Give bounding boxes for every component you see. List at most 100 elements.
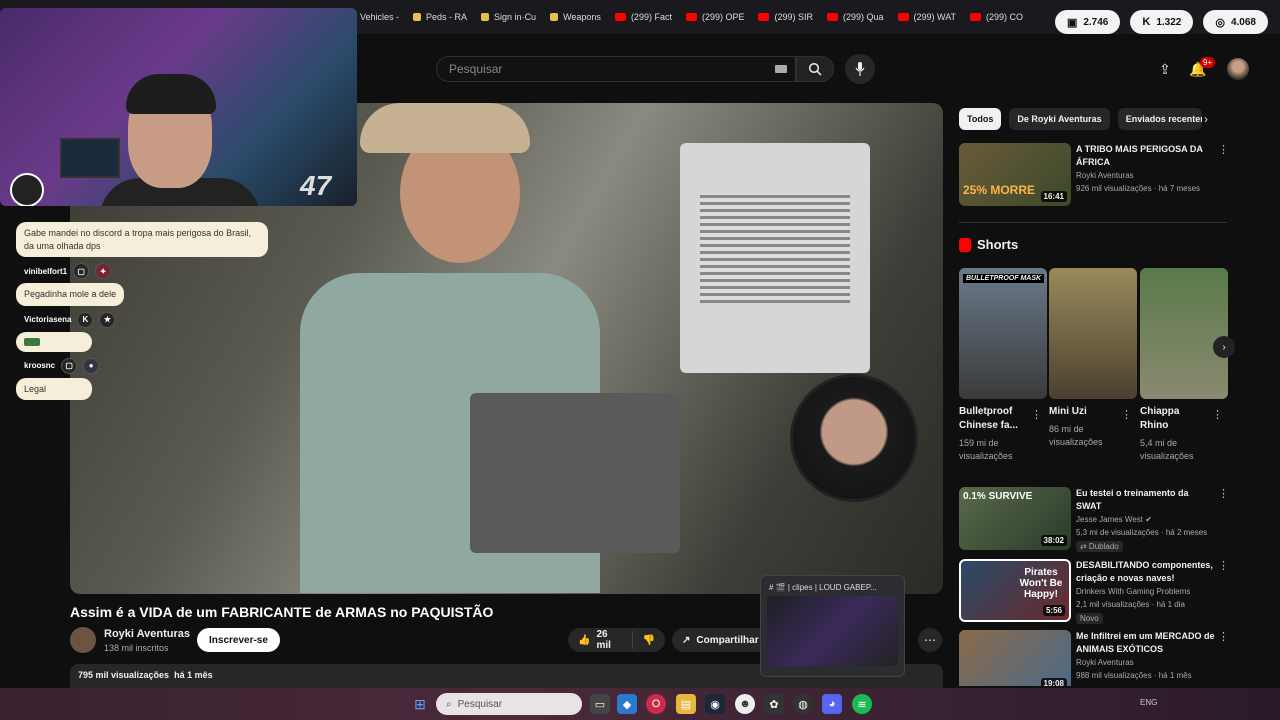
video-title[interactable]: Eu testei o treinamento da SWAT: [1076, 487, 1216, 512]
short-title[interactable]: Chiappa Rhino: [1140, 405, 1210, 433]
short-item[interactable]: BULLETPROOF MASK Bulletproof Chinese fa.…: [959, 268, 1047, 462]
like-count: 26 mil: [596, 629, 611, 651]
colorful-app-icon[interactable]: ✿: [764, 694, 784, 714]
chat-user: kroosnc ▢ ●: [24, 357, 276, 374]
copilot-icon[interactable]: ◆: [617, 694, 637, 714]
chat-user: vinibelfort1 ▢ ✦: [24, 263, 276, 280]
app-face-icon[interactable]: ☻: [735, 694, 755, 714]
dislike-button[interactable]: 👎: [633, 635, 665, 646]
bookmark-label: Peds - RA: [426, 12, 468, 22]
video-thumbnail[interactable]: 19:08: [959, 630, 1071, 686]
more-vert-icon[interactable]: ⋮: [1212, 408, 1223, 421]
subscriber-badge-icon: ✦: [95, 263, 112, 280]
popup-thumbnail[interactable]: [767, 596, 898, 666]
channel-avatar[interactable]: [70, 627, 96, 653]
video-channel[interactable]: Royki Aventuras: [1076, 658, 1134, 667]
short-thumbnail[interactable]: [1049, 268, 1137, 399]
chip-recent[interactable]: Enviados recentem: [1117, 108, 1202, 130]
chat-overlay: Gabe mandei no discord a tropa mais peri…: [16, 222, 276, 401]
bookmark-item[interactable]: (299) SIR: [758, 12, 813, 22]
short-item[interactable]: Mini Uzi 86 mi de visualizações ⋮: [1049, 268, 1137, 448]
more-vert-icon[interactable]: ⋮: [1218, 559, 1229, 572]
recommended-video[interactable]: Pirates Won't Be Happy! 5:56 DESABILITAN…: [959, 559, 1229, 624]
video-title[interactable]: Me Infiltrei em um MERCADO de ANIMAIS EX…: [1076, 630, 1216, 655]
video-meta: 926 mil visualizações · há 7 meses: [1076, 184, 1201, 193]
video-channel[interactable]: Royki Aventuras: [1076, 171, 1134, 180]
search-icon: [808, 62, 822, 76]
short-item[interactable]: Chiappa Rhino 5,4 mi de visualizações ⋮: [1140, 268, 1228, 462]
chat-message-emote: [16, 331, 92, 352]
channel-name[interactable]: Royki Aventuras: [104, 628, 190, 640]
opera-icon[interactable]: O: [646, 694, 666, 714]
file-explorer-icon[interactable]: ▤: [676, 694, 696, 714]
youtube-icon: [827, 13, 838, 21]
upload-icon[interactable]: ⇪: [1153, 58, 1177, 80]
search-button[interactable]: [796, 56, 834, 82]
video-thumbnail[interactable]: Pirates Won't Be Happy! 5:56: [959, 559, 1071, 622]
voice-search-button[interactable]: [845, 54, 875, 84]
bookmark-item[interactable]: (299) CO: [970, 12, 1023, 22]
twitch-badge-icon: ▢: [61, 357, 78, 374]
search-placeholder: Pesquisar: [449, 62, 503, 76]
chip-channel[interactable]: De Royki Aventuras: [1009, 108, 1110, 130]
taskbar-search-placeholder: Pesquisar: [457, 698, 503, 710]
video-channel[interactable]: Jesse James West ✔: [1076, 515, 1152, 524]
short-thumbnail[interactable]: [1140, 268, 1228, 399]
video-frame-hat: [360, 103, 530, 153]
more-vert-icon[interactable]: ⋮: [1031, 408, 1042, 421]
bookmark-label: Weapons: [563, 12, 601, 22]
video-thumbnail[interactable]: 25% MORRE 16:41: [959, 143, 1071, 206]
like-button[interactable]: 👍 26 mil: [568, 629, 633, 651]
chip-all[interactable]: Todos: [959, 108, 1002, 130]
thumbnail-text: 0.1% SURVIVE: [963, 491, 1033, 502]
video-channel[interactable]: Drinkers With Gaming Problems: [1076, 587, 1190, 596]
keyboard-icon[interactable]: [775, 65, 787, 73]
video-title[interactable]: DESABILITANDO componentes, criação e nov…: [1076, 559, 1216, 584]
more-vert-icon[interactable]: ⋮: [1218, 143, 1229, 156]
chevron-right-icon[interactable]: ›: [1204, 112, 1208, 126]
spotify-icon[interactable]: ≋: [852, 694, 872, 714]
avatar-badge-icon: ●: [83, 357, 100, 374]
bookmark-item[interactable]: Peds - RA: [413, 12, 467, 22]
bookmark-item[interactable]: (299) Qua: [827, 12, 884, 22]
video-frame-grille: [700, 193, 850, 303]
more-vert-icon[interactable]: ⋮: [1218, 487, 1229, 500]
search-input[interactable]: Pesquisar: [436, 56, 796, 82]
video-thumbnail[interactable]: 0.1% SURVIVE 38:02: [959, 487, 1071, 550]
shorts-next-button[interactable]: ›: [1213, 336, 1235, 358]
recommended-video[interactable]: 25% MORRE 16:41 A TRIBO MAIS PERIGOSA DA…: [959, 143, 1229, 207]
more-vert-icon[interactable]: ⋮: [1218, 630, 1229, 643]
account-avatar[interactable]: [1227, 58, 1249, 80]
section-divider: [959, 222, 1227, 223]
bookmark-label: (299) OPE: [701, 12, 745, 22]
windows-start-icon[interactable]: ⊞: [410, 694, 430, 714]
windows-taskbar: ⊞ ⌕ Pesquisar ▭ ◆ O ▤ ◉ ☻ ✿ ◍ ◕ ≋ ENG: [0, 688, 1280, 720]
taskbar-search[interactable]: ⌕ Pesquisar: [436, 693, 582, 715]
money-emote-icon: [24, 337, 40, 346]
tray-language[interactable]: ENG: [1140, 698, 1157, 707]
recommended-video[interactable]: 0.1% SURVIVE 38:02 Eu testei o treinamen…: [959, 487, 1229, 552]
recommended-video[interactable]: 19:08 Me Infiltrei em um MERCADO de ANIM…: [959, 630, 1229, 686]
subscribe-button[interactable]: Inscrever-se: [197, 628, 280, 652]
video-title[interactable]: A TRIBO MAIS PERIGOSA DA ÁFRICA: [1076, 143, 1216, 168]
bookmark-item[interactable]: Weapons: [550, 12, 601, 22]
task-view-icon[interactable]: ▭: [590, 694, 610, 714]
bookmark-label: Vehicles -: [360, 12, 400, 22]
discord-preview-popup[interactable]: # 🎬 | clipes | LOUD GABEP...: [760, 575, 905, 677]
bookmark-item[interactable]: Vehicles -: [360, 12, 399, 22]
short-title[interactable]: Bulletproof Chinese fa...: [959, 405, 1029, 433]
video-frame-vise: [470, 393, 680, 553]
bookmark-item[interactable]: (299) WAT: [897, 12, 956, 22]
bookmark-item[interactable]: (299) Fact: [614, 12, 672, 22]
discord-icon[interactable]: ◕: [822, 694, 842, 714]
more-actions-button[interactable]: ⋯: [918, 628, 942, 652]
steam-icon[interactable]: ◉: [705, 694, 725, 714]
bookmark-item[interactable]: Sign in·Cu: [481, 12, 536, 22]
short-thumbnail[interactable]: BULLETPROOF MASK: [959, 268, 1047, 399]
more-vert-icon[interactable]: ⋮: [1121, 408, 1132, 421]
obs-icon[interactable]: ◍: [793, 694, 813, 714]
short-title[interactable]: Mini Uzi: [1049, 405, 1119, 419]
share-button[interactable]: ↗ Compartilhar: [672, 628, 769, 652]
viewer-counter: K 1.322: [1130, 10, 1194, 34]
bookmark-item[interactable]: (299) OPE: [685, 12, 745, 22]
